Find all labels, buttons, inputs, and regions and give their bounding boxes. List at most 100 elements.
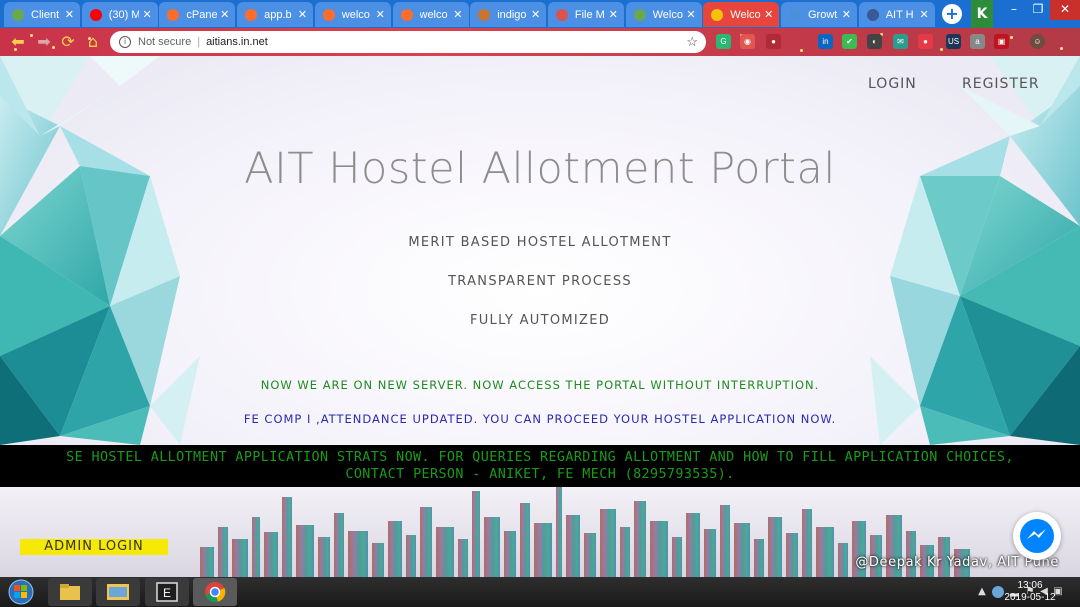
browser-tab[interactable]: indigo ✕ — [470, 2, 547, 27]
profile-avatar[interactable]: ☺ — [1030, 34, 1045, 49]
tab-favicon-icon — [12, 8, 24, 21]
tab-close-icon[interactable]: ✕ — [842, 8, 851, 21]
browser-tab[interactable]: AIT H ✕ — [858, 2, 935, 27]
taskbar-app-chrome[interactable] — [193, 578, 237, 606]
tab-close-icon[interactable]: ✕ — [764, 8, 773, 21]
tab-title: indigo — [497, 8, 527, 21]
tab-title: File M — [574, 8, 605, 21]
tab-favicon-icon — [245, 8, 258, 21]
maximize-button[interactable]: ❐ — [1026, 0, 1050, 20]
tab-close-icon[interactable]: ✕ — [65, 8, 74, 21]
tab-close-icon[interactable]: ✕ — [609, 8, 618, 21]
system-tray: ▲ ▂ ⚑ ◀ ▣ 13:06 2019-05-12 — [880, 577, 1080, 607]
extension-icon[interactable]: ▣ — [994, 34, 1009, 49]
tab-title: AIT H — [885, 8, 914, 21]
taskbar-app-editor[interactable]: E — [145, 578, 189, 606]
tab-title: welco — [341, 8, 370, 21]
messenger-chat-button[interactable] — [1013, 512, 1061, 560]
browser-tab[interactable]: Welco ✕ — [625, 2, 702, 27]
extension-icon[interactable]: K — [971, 0, 993, 28]
browser-tab[interactable]: Client ✕ — [4, 2, 80, 27]
mail-extension-icon[interactable]: ✉ — [893, 34, 908, 49]
browser-tab[interactable]: File M ✕ — [547, 2, 624, 27]
extension-icon[interactable]: US — [946, 34, 961, 49]
forward-icon[interactable]: ➡ — [34, 32, 54, 52]
url-text[interactable]: aitians.in.net — [206, 36, 268, 48]
tab-title: app.b — [264, 8, 292, 21]
browser-tab[interactable]: Growt ✕ — [781, 2, 857, 27]
new-tab-button[interactable]: + — [942, 4, 962, 24]
security-label: Not secure — [138, 36, 192, 48]
extension-icon[interactable]: a — [970, 34, 985, 49]
tab-title: Welco — [652, 8, 683, 21]
browser-tab[interactable]: (30) M ✕ — [81, 2, 158, 27]
extension-icon[interactable]: ● — [918, 34, 933, 49]
tab-close-icon[interactable]: ✕ — [453, 8, 462, 21]
home-icon[interactable]: ⌂ — [83, 32, 103, 52]
linkedin-extension-icon[interactable]: in — [818, 34, 833, 49]
tab-close-icon[interactable]: ✕ — [298, 8, 307, 21]
browser-tab[interactable]: Welco ✕ — [703, 2, 780, 27]
tab-favicon-icon — [400, 8, 413, 21]
tab-close-icon[interactable]: ✕ — [686, 8, 695, 21]
tab-favicon-icon — [555, 8, 568, 21]
address-bar[interactable]: i Not secure | aitians.in.net ☆ — [110, 31, 706, 53]
tab-favicon-icon — [711, 8, 724, 21]
tab-favicon-icon — [167, 8, 180, 21]
extension-icon[interactable]: ● — [766, 34, 781, 49]
taskbar-app-explorer[interactable] — [96, 578, 140, 606]
svg-text:E: E — [163, 586, 171, 600]
tab-title: (30) M — [108, 8, 140, 21]
extension-icon[interactable]: ◉ — [740, 34, 755, 49]
reload-icon[interactable]: ⟳ — [58, 32, 78, 52]
browser-tab[interactable]: welco ✕ — [392, 2, 469, 27]
close-window-button[interactable]: ✕ — [1050, 0, 1080, 20]
tab-favicon-icon — [866, 8, 879, 21]
admin-login-button[interactable]: ADMIN LOGIN — [20, 539, 168, 555]
tab-favicon-icon — [789, 8, 801, 21]
tab-title: Growt — [808, 8, 838, 21]
login-link[interactable]: LOGIN — [868, 76, 917, 92]
browser-tab[interactable]: app.b ✕ — [237, 2, 314, 27]
info-icon[interactable]: i — [119, 36, 131, 48]
screen: Client ✕ (30) M ✕ cPanel ✕ app.b ✕ welco ✕ welco ✕ i… — [0, 0, 1080, 607]
tab-favicon-icon — [478, 8, 491, 21]
chrome-icon — [205, 582, 226, 603]
announcement-banner: SE HOSTEL ALLOTMENT APPLICATION STRATS N… — [0, 445, 1080, 487]
notice-server: NOW WE ARE ON NEW SERVER. NOW ACCESS THE… — [260, 378, 820, 392]
bookmark-star-icon[interactable]: ☆ — [686, 34, 698, 50]
tab-title: Welco — [730, 8, 761, 21]
clock[interactable]: 13:06 2019-05-12 — [1000, 580, 1060, 604]
browser-tab[interactable]: cPanel ✕ — [159, 2, 236, 27]
feature-automized: FULLY AUTOMIZED — [469, 313, 611, 328]
tab-favicon-icon — [633, 8, 646, 21]
browser-tab-strip: Client ✕ (30) M ✕ cPanel ✕ app.b ✕ welco ✕ welco ✕ i… — [0, 0, 1080, 28]
messenger-icon — [1020, 519, 1054, 553]
register-link[interactable]: REGISTER — [962, 76, 1040, 92]
tab-close-icon[interactable]: ✕ — [220, 8, 229, 21]
feature-merit: MERIT BASED HOSTEL ALLOTMENT — [408, 235, 672, 250]
page-viewport: LOGIN REGISTER AIT Hostel Allotment Port… — [0, 56, 1080, 577]
back-icon[interactable]: ⬅ — [8, 32, 28, 52]
folder-icon — [60, 584, 80, 600]
feature-transparent: TRANSPARENT PROCESS — [448, 274, 632, 289]
check-extension-icon[interactable]: ✔ — [842, 34, 857, 49]
taskbar-app-folder[interactable] — [48, 578, 92, 606]
tab-title: welco — [419, 8, 448, 21]
windows-start-button[interactable] — [4, 579, 38, 605]
browser-tab[interactable]: welco ✕ — [314, 2, 391, 27]
tab-close-icon[interactable]: ✕ — [919, 8, 928, 21]
window-controls: – ❐ ✕ — [1002, 0, 1080, 22]
banner-text: SE HOSTEL ALLOTMENT APPLICATION STRATS N… — [66, 450, 1014, 482]
tab-close-icon[interactable]: ✕ — [376, 8, 385, 21]
tab-close-icon[interactable]: ✕ — [531, 8, 540, 21]
grammarly-extension-icon[interactable]: G — [716, 34, 731, 49]
clock-time: 13:06 — [1017, 580, 1043, 591]
tab-close-icon[interactable]: ✕ — [142, 8, 151, 21]
editor-icon: E — [156, 582, 178, 602]
page-title: AIT Hostel Allotment Portal — [244, 144, 836, 194]
show-hidden-icons-icon[interactable]: ▲ — [976, 586, 988, 598]
notice-attendance: FE COMP I ,ATTENDANCE UPDATED. YOU CAN P… — [243, 412, 837, 426]
extension-icon[interactable]: ◐ — [867, 34, 882, 49]
minimize-button[interactable]: – — [1002, 0, 1026, 20]
